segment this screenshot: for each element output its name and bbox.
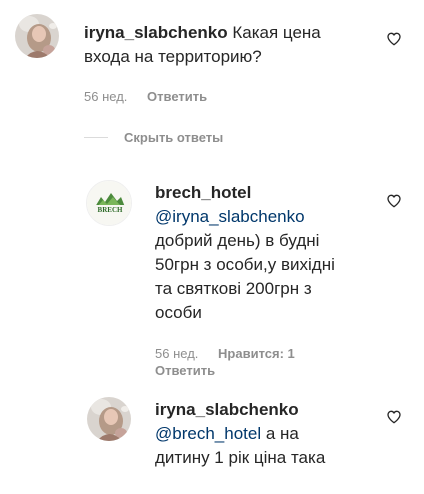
user-photo-icon [15, 14, 59, 58]
reply-text-line-3: та святкові 200грн з [155, 279, 312, 298]
hide-replies-label: Скрыть ответы [124, 129, 224, 145]
reply-mention-iryna[interactable]: @iryna_slabchenko [155, 205, 385, 229]
avatar-iryna-reply[interactable] [87, 397, 131, 441]
hotel-logo-icon: BRECH [87, 181, 131, 225]
replies-divider-line [84, 136, 108, 138]
reply-username-brech[interactable]: brech_hotel [155, 181, 385, 205]
heart-outline-icon[interactable] [386, 193, 402, 209]
hotel-logo-text: BRECH [98, 206, 123, 214]
hide-replies-button[interactable]: Скрыть ответы [84, 128, 223, 146]
reply-body-brech: brech_hotel @iryna_slabchenko добрий ден… [155, 181, 385, 325]
avatar-brech-hotel[interactable]: BRECH [86, 180, 132, 226]
reply-text-line-2: 50грн з особи,у вихідні [155, 255, 335, 274]
reply-text-line-1: добрий день) в будні [155, 231, 320, 250]
reply-button-brech[interactable]: Ответить [155, 363, 215, 379]
reply-mention-brech[interactable]: @brech_hotel [155, 424, 261, 443]
reply-button[interactable]: Ответить [147, 89, 207, 105]
heart-outline-icon[interactable] [386, 31, 402, 47]
reply-text-line-4: особи [155, 303, 202, 322]
comment-body: iryna_slabchenko Какая цена входа на тер… [84, 21, 364, 69]
reply-meta-brech-row2: Ответить [155, 363, 215, 379]
reply-text-line-2: дитину 1 рік ціна така [155, 448, 326, 467]
reply-likes-count[interactable]: Нравится: 1 [218, 346, 295, 362]
reply-username-iryna[interactable]: iryna_slabchenko [155, 398, 385, 422]
reply-body-iryna: iryna_slabchenko @brech_hotel а на дитин… [155, 398, 385, 470]
reply-time-brech[interactable]: 56 нед. [155, 346, 198, 362]
comments-panel: iryna_slabchenko Какая цена входа на тер… [0, 0, 424, 494]
avatar-iryna[interactable] [15, 14, 59, 58]
user-photo-icon [87, 397, 131, 441]
comment-username[interactable]: iryna_slabchenko [84, 23, 228, 42]
reply-text-after-mention: а на [265, 424, 299, 443]
comment-meta: 56 нед. Ответить [84, 89, 207, 105]
comment-time[interactable]: 56 нед. [84, 89, 127, 105]
heart-outline-icon[interactable] [386, 409, 402, 425]
reply-meta-brech: 56 нед. Нравится: 1 [155, 346, 295, 362]
